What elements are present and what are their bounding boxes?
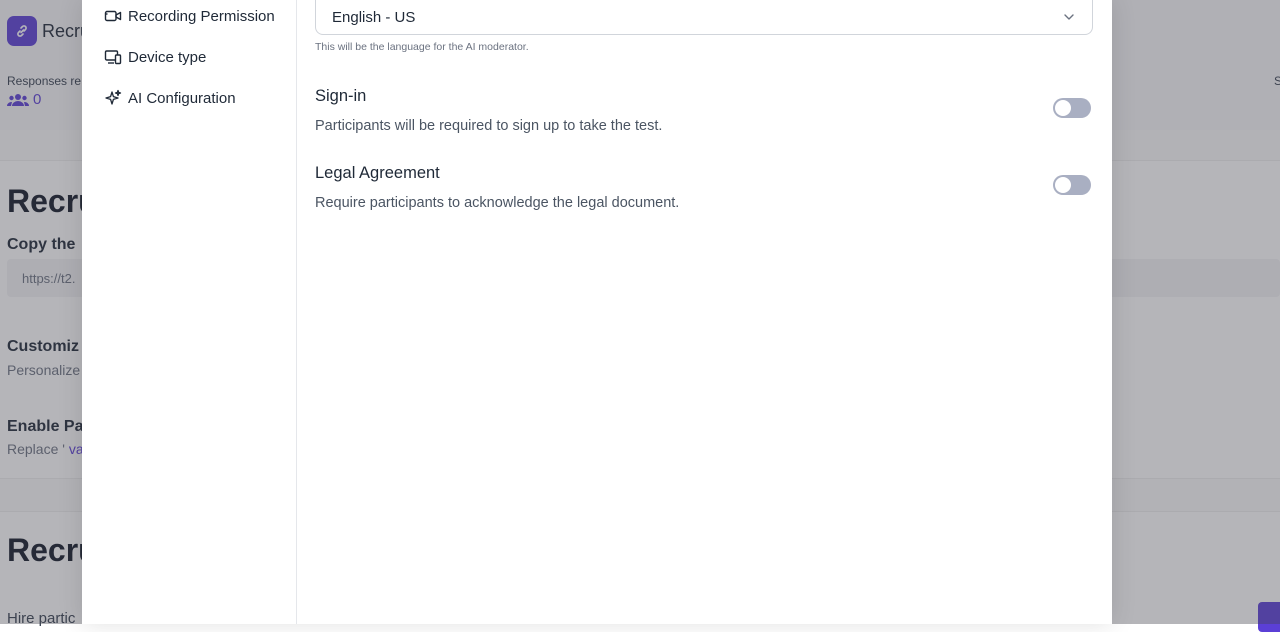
language-select-value: English - US <box>332 9 416 26</box>
legal-agreement-title: Legal Agreement <box>315 164 440 182</box>
devices-icon <box>104 50 122 65</box>
modal-sidebar: Recording Permission Device type AI Conf… <box>82 0 297 624</box>
sidebar-item-ai-configuration[interactable]: AI Configuration <box>104 87 236 109</box>
sign-in-description: Participants will be required to sign up… <box>315 118 663 134</box>
legal-agreement-toggle[interactable] <box>1053 175 1091 195</box>
toggle-knob <box>1055 100 1071 116</box>
modal-content: English - US This will be the language f… <box>315 0 1093 624</box>
sparkle-icon <box>105 89 122 105</box>
sidebar-item-device-type[interactable]: Device type <box>104 46 206 68</box>
sign-in-toggle[interactable] <box>1053 98 1091 118</box>
sidebar-item-label: Device type <box>128 48 207 66</box>
toggle-knob <box>1055 177 1071 193</box>
settings-modal: Recording Permission Device type AI Conf… <box>82 0 1112 624</box>
video-camera-icon <box>104 10 122 22</box>
sign-in-title: Sign-in <box>315 87 367 105</box>
sidebar-item-label: Recording Permission <box>128 7 275 25</box>
sidebar-item-label: AI Configuration <box>128 89 236 107</box>
language-helper-text: This will be the language for the AI mod… <box>315 41 529 53</box>
legal-agreement-description: Require participants to acknowledge the … <box>315 195 680 211</box>
sidebar-item-recording-permission[interactable]: Recording Permission <box>104 5 275 27</box>
chevron-down-icon <box>1064 14 1074 20</box>
language-select[interactable]: English - US <box>315 0 1093 35</box>
